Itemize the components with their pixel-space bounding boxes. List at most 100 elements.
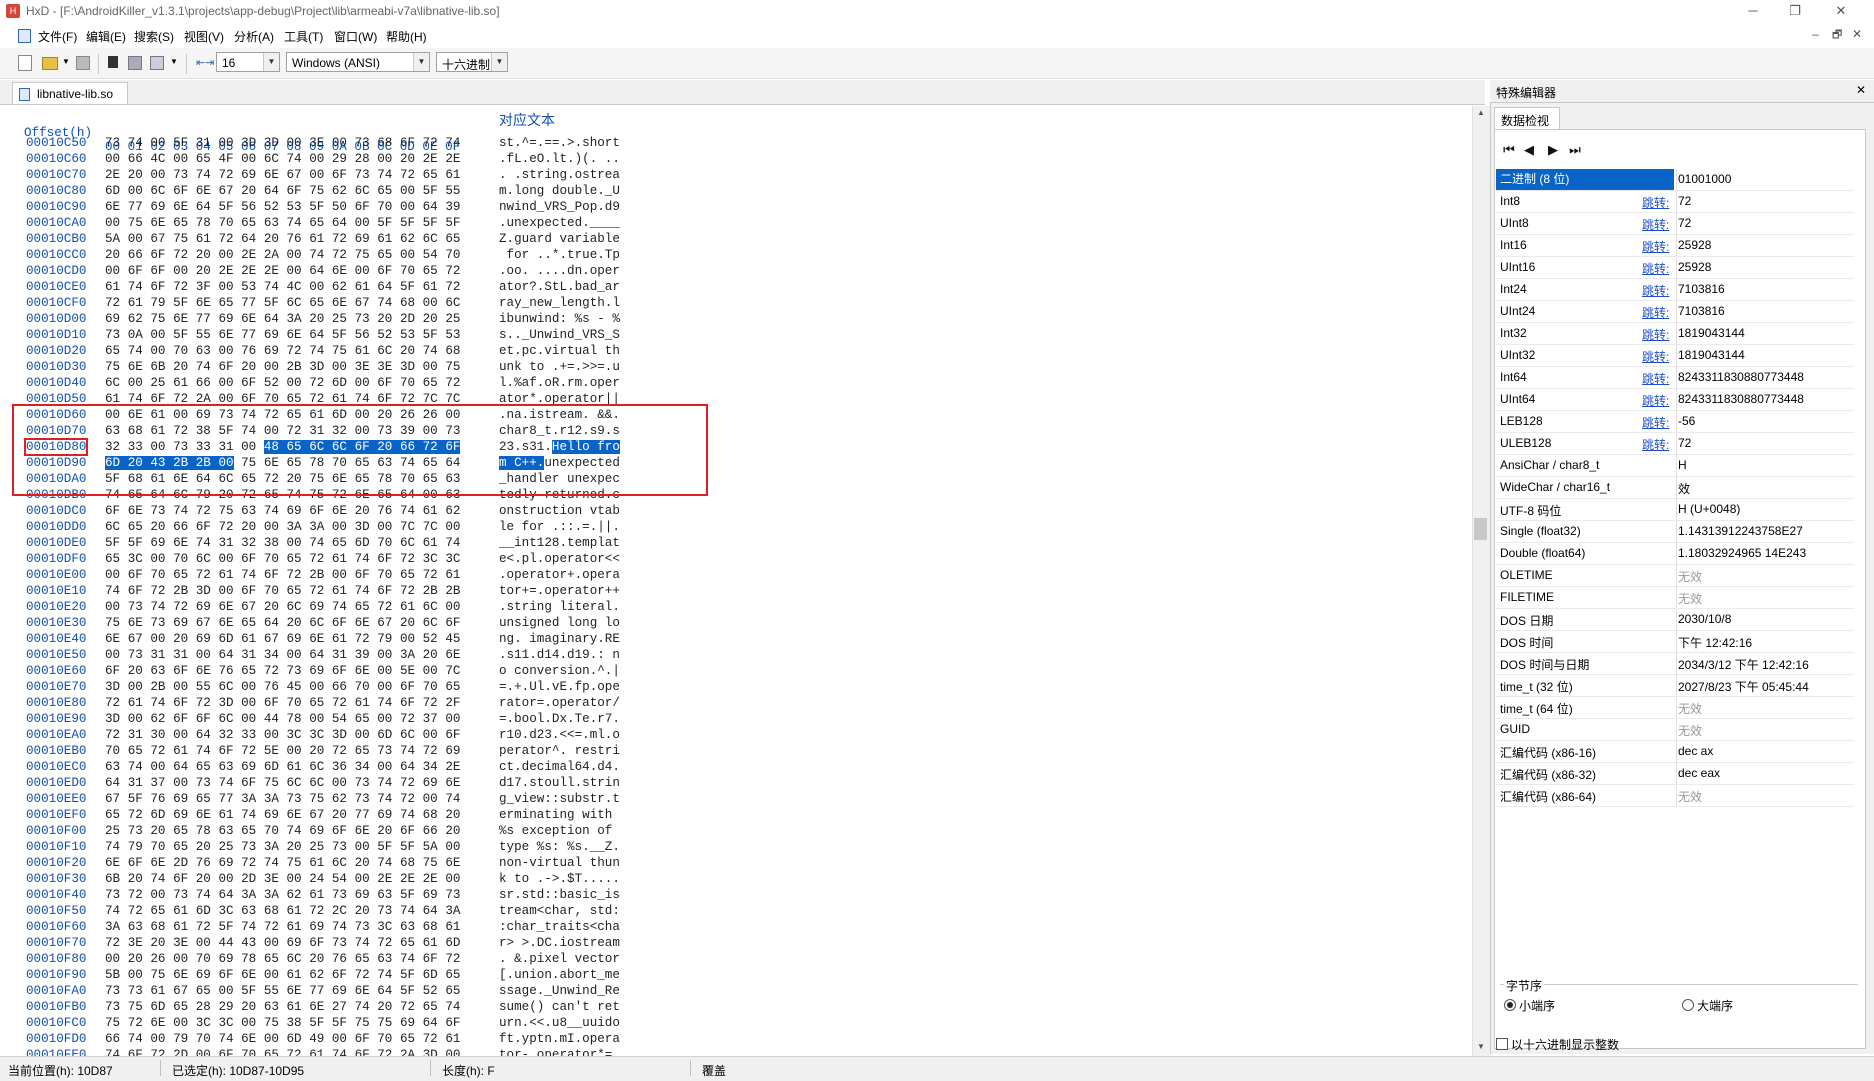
hex-byte[interactable]: 5F (400, 280, 415, 294)
hex-byte[interactable]: 70 (377, 568, 392, 582)
hex-byte[interactable]: 6F (423, 952, 438, 966)
hex-byte[interactable]: 00 (150, 168, 165, 182)
hex-byte[interactable]: 75 (105, 616, 120, 630)
hex-byte[interactable]: 3E (309, 136, 324, 150)
hex-byte[interactable]: 64 (241, 232, 256, 246)
hex-byte[interactable]: 61 (196, 232, 211, 246)
hex-byte[interactable]: 00 (218, 584, 233, 598)
hex-byte[interactable]: 72 (423, 1032, 438, 1046)
hex-byte[interactable]: 69 (400, 1016, 415, 1030)
hex-byte[interactable]: 74 (332, 600, 347, 614)
row-bytes[interactable]: 75 72 6E 00 3C 3C 00 75 38 5F 5F 75 75 6… (105, 1016, 460, 1030)
hex-byte[interactable]: 73 (355, 792, 370, 806)
hex-byte[interactable]: 70 (445, 248, 460, 262)
hex-byte[interactable]: 61 (173, 376, 188, 390)
hex-byte[interactable]: 6F (128, 1048, 143, 1056)
hex-byte[interactable]: 25 (150, 376, 165, 390)
hex-byte[interactable]: 00 (150, 632, 165, 646)
save-icon[interactable] (76, 56, 90, 70)
hex-byte[interactable]: 65 (173, 216, 188, 230)
hex-byte[interactable]: 00 (196, 936, 211, 950)
tab-libnative[interactable]: libnative-lib.so (12, 82, 128, 104)
hex-byte[interactable]: 72 (196, 696, 211, 710)
hex-byte[interactable]: 20 (241, 520, 256, 534)
hex-byte[interactable]: 6F (196, 520, 211, 534)
hex-byte[interactable]: 2E (423, 872, 438, 886)
hex-byte[interactable]: 65 (196, 152, 211, 166)
hex-byte[interactable]: 28 (355, 152, 370, 166)
hex-byte[interactable]: 74 (445, 792, 460, 806)
inspector-value[interactable]: H (U+0048) (1678, 502, 1740, 516)
hex-byte[interactable]: 72 (355, 968, 370, 982)
vertical-scrollbar[interactable]: ▲ ▼ (1472, 106, 1490, 1056)
hex-byte[interactable]: 6F (377, 584, 392, 598)
hex-byte[interactable]: 20 (196, 264, 211, 278)
hex-byte[interactable]: 20 (309, 312, 324, 326)
hex-byte[interactable]: 69 (264, 328, 279, 342)
hex-byte[interactable]: 6E (287, 808, 302, 822)
jump-link[interactable]: 跳转: (1642, 370, 1669, 387)
hex-byte[interactable]: 00 (400, 184, 415, 198)
hex-byte[interactable]: 6F (150, 264, 165, 278)
inspector-value[interactable]: dec ax (1678, 744, 1713, 758)
bytes-per-row-select[interactable]: 16 ▼ (216, 52, 280, 72)
hex-byte[interactable]: 6C (287, 600, 302, 614)
row-bytes[interactable]: 3D 00 62 6F 6F 6C 00 44 78 00 54 65 00 7… (105, 712, 460, 726)
hex-byte[interactable]: 00 (173, 680, 188, 694)
hex-byte[interactable]: 61 (173, 904, 188, 918)
hex-byte[interactable]: 72 (218, 168, 233, 182)
row-text[interactable]: g_view::substr.t (499, 792, 620, 806)
hex-byte[interactable]: 69 (377, 808, 392, 822)
hex-byte[interactable]: 72 (105, 696, 120, 710)
hex-byte[interactable]: 70 (264, 584, 279, 598)
hex-byte[interactable]: 00 (355, 264, 370, 278)
hex-byte[interactable]: 6E (355, 616, 370, 630)
hex-byte[interactable]: 72 (128, 1016, 143, 1030)
hex-byte[interactable]: 00 (287, 136, 302, 150)
hex-byte[interactable]: 61 (309, 856, 324, 870)
hex-byte[interactable]: 79 (150, 296, 165, 310)
hex-byte[interactable]: 64 (218, 648, 233, 662)
chevron-down-icon[interactable]: ▼ (491, 53, 507, 71)
hex-byte[interactable]: 74 (400, 808, 415, 822)
hex-byte[interactable]: 73 (196, 776, 211, 790)
hex-byte[interactable]: 6D (196, 904, 211, 918)
hex-byte[interactable]: 20 (128, 664, 143, 678)
hex-byte[interactable]: 65 (445, 968, 460, 982)
hex-byte[interactable]: 64 (309, 328, 324, 342)
row-bytes[interactable]: 00 75 6E 65 78 70 65 63 74 65 64 00 5F 5… (105, 216, 460, 230)
hex-byte[interactable]: 70 (264, 552, 279, 566)
hex-byte[interactable]: 72 (218, 232, 233, 246)
hex-byte[interactable]: 3D (105, 680, 120, 694)
hex-byte[interactable]: 00 (218, 552, 233, 566)
hex-byte[interactable]: 61 (445, 568, 460, 582)
hex-byte[interactable]: 6F (128, 264, 143, 278)
hex-byte[interactable]: 62 (287, 888, 302, 902)
hex-byte[interactable]: 20 (287, 616, 302, 630)
hex-byte[interactable]: 6C (309, 776, 324, 790)
jump-link[interactable]: 跳转: (1642, 392, 1669, 409)
hex-byte[interactable]: 6F (264, 696, 279, 710)
inspector-row[interactable]: UTF-8 码位 H (U+0048) (1496, 499, 1854, 521)
hex-byte[interactable]: 74 (264, 280, 279, 294)
hex-byte[interactable]: 69 (241, 760, 256, 774)
hex-byte[interactable]: 69 (423, 776, 438, 790)
hex-byte[interactable]: 00 (150, 136, 165, 150)
hex-byte[interactable]: 5F (241, 984, 256, 998)
row-text[interactable]: tor+=.operator++ (499, 584, 620, 598)
hex-byte[interactable]: 00 (400, 632, 415, 646)
hex-byte[interactable]: 6F (173, 664, 188, 678)
row-text[interactable]: sume() can't ret (499, 1000, 620, 1014)
hex-byte[interactable]: 00 (218, 376, 233, 390)
hex-byte[interactable]: 61 (309, 1048, 324, 1056)
hex-byte[interactable]: 39 (445, 200, 460, 214)
inspector-value[interactable]: 1.18032924965 14E243 (1678, 546, 1806, 560)
hex-byte[interactable]: 3C (423, 552, 438, 566)
hex-byte[interactable]: 6C (400, 536, 415, 550)
hex-byte[interactable]: 62 (445, 504, 460, 518)
hex-byte[interactable]: 2E (423, 152, 438, 166)
hex-byte[interactable]: 2E (400, 872, 415, 886)
row-bytes[interactable]: 73 73 61 67 65 00 5F 55 6E 77 69 6E 64 5… (105, 984, 460, 998)
prev-icon[interactable]: ◀ (1522, 142, 1536, 158)
panel-close-icon[interactable]: ✕ (1856, 83, 1866, 97)
